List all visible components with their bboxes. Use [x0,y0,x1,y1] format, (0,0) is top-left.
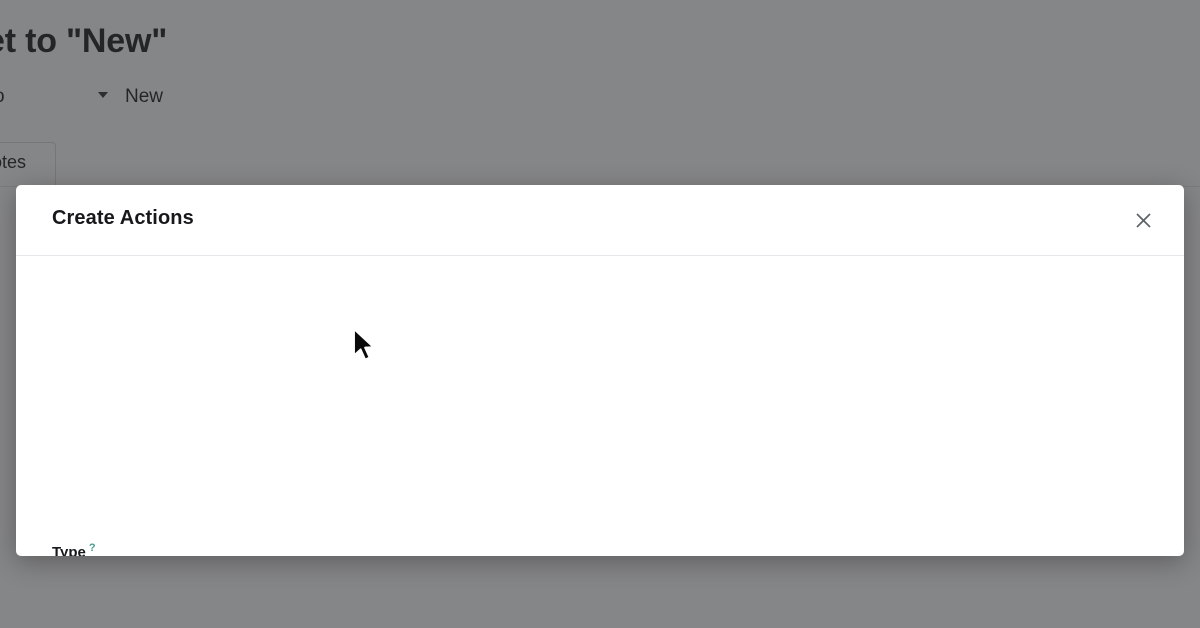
dialog-title: Create Actions [52,207,194,229]
type-field-label: Type? [52,542,96,556]
type-label-text: Type [52,544,86,556]
create-actions-dialog: Create Actions Type? Update RecordCreate… [16,185,1184,556]
dialog-body: Type? Update RecordCreate ActivitySend E… [16,256,1184,556]
close-icon[interactable] [1124,201,1162,239]
dialog-header: Create Actions [16,185,1184,256]
help-icon[interactable]: ? [89,542,96,554]
